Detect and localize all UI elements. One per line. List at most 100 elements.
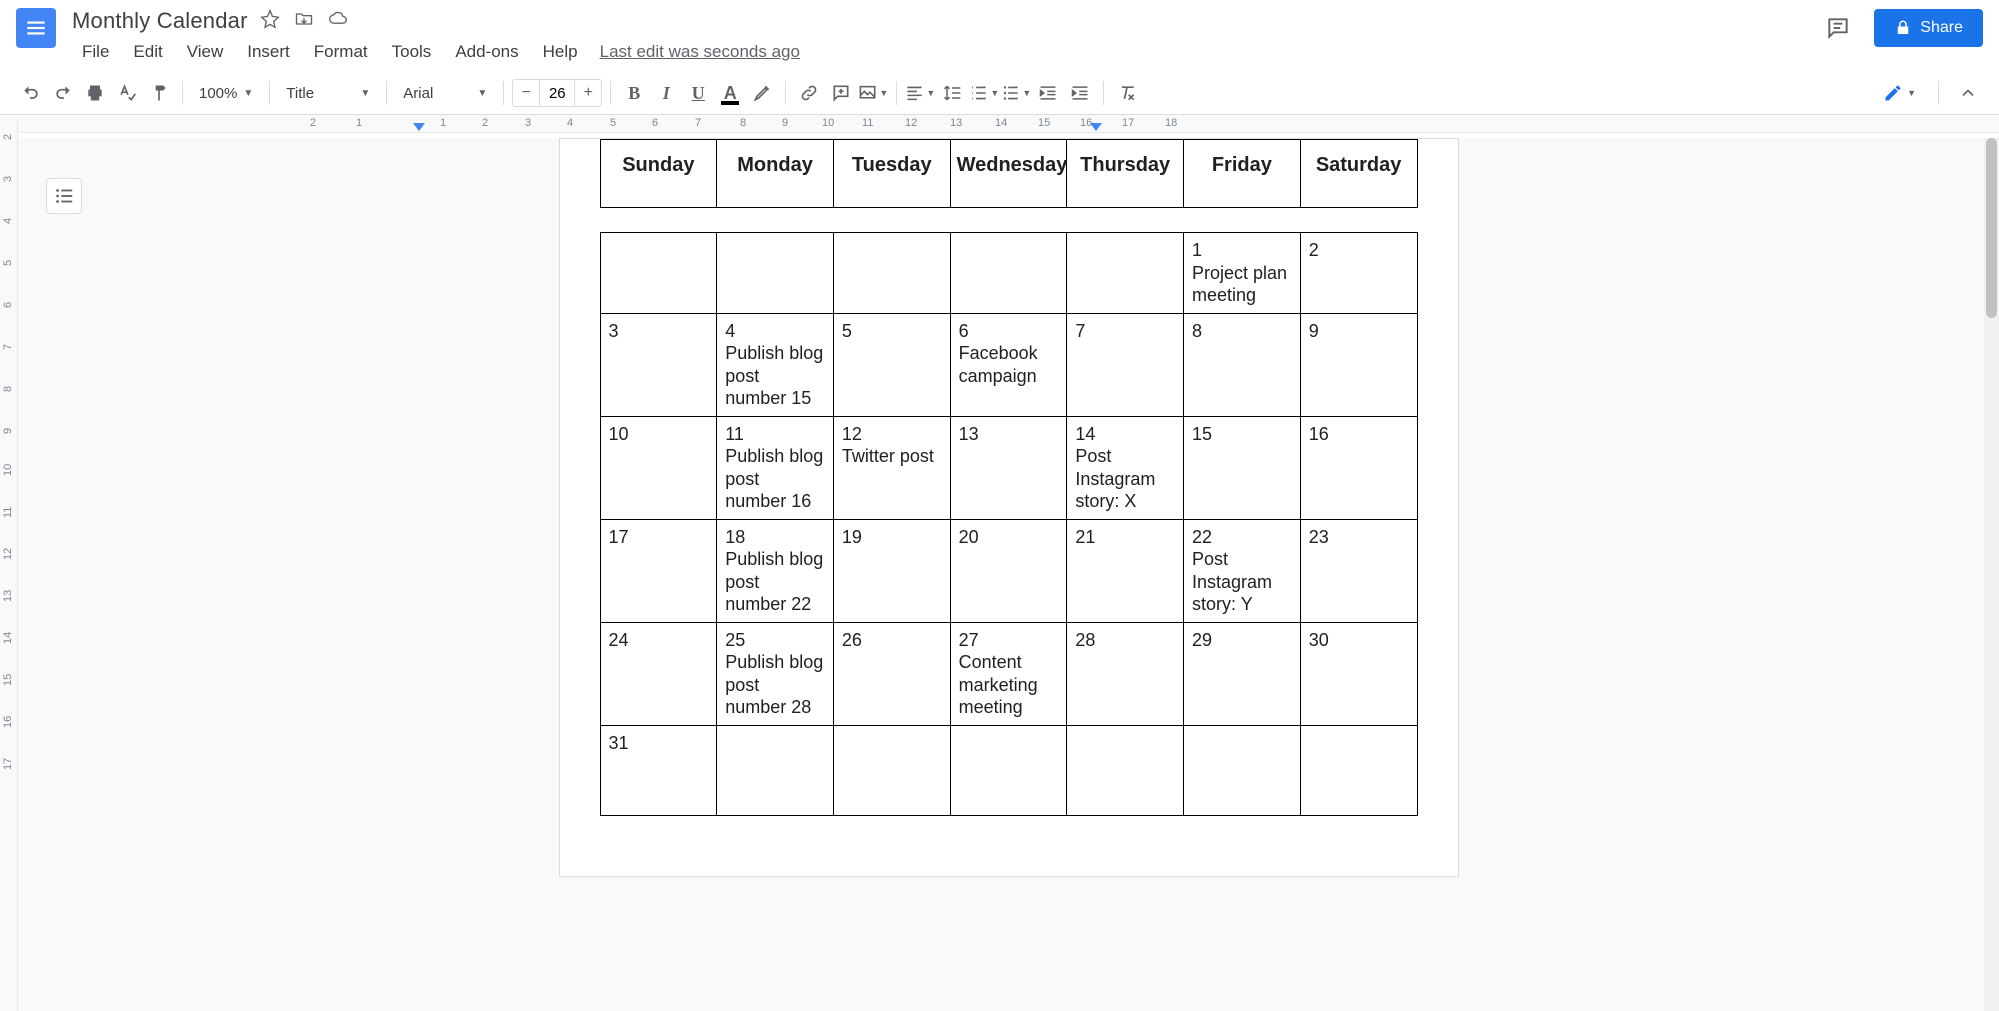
calendar-cell[interactable]: 25Publish blog post number 28 xyxy=(717,622,834,725)
menu-tools[interactable]: Tools xyxy=(382,36,442,68)
spellcheck-button[interactable] xyxy=(112,78,142,108)
calendar-cell[interactable]: 23 xyxy=(1300,519,1417,622)
calendar-cell[interactable]: 2 xyxy=(1300,233,1417,314)
calendar-cell[interactable]: 27Content marketing meeting xyxy=(950,622,1067,725)
document-outline-button[interactable] xyxy=(46,178,82,214)
calendar-cell[interactable]: 20 xyxy=(950,519,1067,622)
line-spacing-button[interactable] xyxy=(937,78,967,108)
calendar-cell[interactable] xyxy=(1067,725,1184,815)
docs-app-icon[interactable] xyxy=(16,8,56,48)
calendar-cell[interactable]: 10 xyxy=(600,416,717,519)
calendar-cell[interactable] xyxy=(600,233,717,314)
calendar-cell[interactable]: 31 xyxy=(600,725,717,815)
print-button[interactable] xyxy=(80,78,110,108)
font-size-increase[interactable]: + xyxy=(575,80,601,106)
menu-addons[interactable]: Add-ons xyxy=(445,36,528,68)
calendar-cell[interactable]: 21 xyxy=(1067,519,1184,622)
highlight-button[interactable] xyxy=(747,78,777,108)
calendar-body-table[interactable]: 1Project plan meeting234Publish blog pos… xyxy=(600,232,1418,816)
calendar-cell[interactable]: 7 xyxy=(1067,313,1184,416)
text-color-button[interactable]: A xyxy=(715,78,745,108)
calendar-cell[interactable]: 14Post Instagram story: X xyxy=(1067,416,1184,519)
insert-comment-button[interactable] xyxy=(826,78,856,108)
vertical-ruler[interactable]: 234567891011121314151617 xyxy=(0,120,18,1011)
calendar-cell[interactable]: 6Facebook campaign xyxy=(950,313,1067,416)
calendar-day-header[interactable]: Tuesday xyxy=(833,140,950,208)
editing-mode-button[interactable]: ▼ xyxy=(1875,79,1924,107)
redo-button[interactable] xyxy=(48,78,78,108)
calendar-cell[interactable]: 17 xyxy=(600,519,717,622)
increase-indent-button[interactable] xyxy=(1065,78,1095,108)
calendar-cell[interactable]: 1Project plan meeting xyxy=(1184,233,1301,314)
calendar-day-header[interactable]: Friday xyxy=(1184,140,1301,208)
align-button[interactable]: ▼ xyxy=(905,78,935,108)
share-button[interactable]: Share xyxy=(1874,9,1983,47)
document-title[interactable]: Monthly Calendar xyxy=(72,8,248,34)
calendar-cell[interactable] xyxy=(950,725,1067,815)
calendar-cell[interactable]: 15 xyxy=(1184,416,1301,519)
calendar-cell[interactable] xyxy=(1184,725,1301,815)
calendar-cell[interactable]: 26 xyxy=(833,622,950,725)
calendar-cell[interactable]: 12Twitter post xyxy=(833,416,950,519)
font-size-input[interactable] xyxy=(539,80,575,106)
calendar-cell[interactable]: 3 xyxy=(600,313,717,416)
underline-button[interactable]: U xyxy=(683,78,713,108)
calendar-cell[interactable] xyxy=(717,725,834,815)
calendar-cell[interactable]: 24 xyxy=(600,622,717,725)
calendar-cell[interactable]: 29 xyxy=(1184,622,1301,725)
menu-edit[interactable]: Edit xyxy=(123,36,172,68)
numbered-list-button[interactable]: ▼ xyxy=(969,78,999,108)
menu-format[interactable]: Format xyxy=(304,36,378,68)
calendar-cell[interactable]: 30 xyxy=(1300,622,1417,725)
calendar-day-header[interactable]: Thursday xyxy=(1067,140,1184,208)
scrollbar-thumb[interactable] xyxy=(1986,138,1997,318)
cloud-status-icon[interactable] xyxy=(328,9,348,34)
font-select[interactable]: Arial▼ xyxy=(395,81,495,106)
calendar-cell[interactable]: 16 xyxy=(1300,416,1417,519)
calendar-cell[interactable]: 13 xyxy=(950,416,1067,519)
calendar-cell[interactable] xyxy=(1300,725,1417,815)
calendar-cell[interactable]: 5 xyxy=(833,313,950,416)
calendar-cell[interactable]: 9 xyxy=(1300,313,1417,416)
calendar-cell[interactable] xyxy=(1067,233,1184,314)
calendar-header-table[interactable]: SundayMondayTuesdayWednesdayThursdayFrid… xyxy=(600,139,1418,208)
menu-file[interactable]: File xyxy=(72,36,119,68)
calendar-cell[interactable]: 18Publish blog post number 22 xyxy=(717,519,834,622)
move-icon[interactable] xyxy=(294,9,314,34)
calendar-cell[interactable]: 4Publish blog post number 15 xyxy=(717,313,834,416)
menu-view[interactable]: View xyxy=(177,36,234,68)
calendar-cell[interactable] xyxy=(717,233,834,314)
star-icon[interactable] xyxy=(260,9,280,34)
calendar-cell[interactable] xyxy=(833,233,950,314)
bulleted-list-button[interactable]: ▼ xyxy=(1001,78,1031,108)
document-page[interactable]: SundayMondayTuesdayWednesdayThursdayFrid… xyxy=(559,138,1459,877)
menu-insert[interactable]: Insert xyxy=(237,36,300,68)
document-workspace[interactable]: SundayMondayTuesdayWednesdayThursdayFrid… xyxy=(18,138,1999,1011)
calendar-day-header[interactable]: Wednesday xyxy=(950,140,1067,208)
vertical-scrollbar[interactable] xyxy=(1984,138,1999,1011)
paint-format-button[interactable] xyxy=(144,78,174,108)
undo-button[interactable] xyxy=(16,78,46,108)
italic-button[interactable]: I xyxy=(651,78,681,108)
comment-history-button[interactable] xyxy=(1818,8,1858,48)
clear-formatting-button[interactable] xyxy=(1112,78,1142,108)
calendar-cell[interactable]: 28 xyxy=(1067,622,1184,725)
insert-link-button[interactable] xyxy=(794,78,824,108)
calendar-cell[interactable]: 22Post Instagram story: Y xyxy=(1184,519,1301,622)
calendar-day-header[interactable]: Monday xyxy=(717,140,834,208)
zoom-select[interactable]: 100%▼ xyxy=(191,81,261,106)
insert-image-button[interactable]: ▼ xyxy=(858,78,888,108)
font-size-decrease[interactable]: − xyxy=(513,80,539,106)
decrease-indent-button[interactable] xyxy=(1033,78,1063,108)
calendar-cell[interactable] xyxy=(950,233,1067,314)
last-edit-link[interactable]: Last edit was seconds ago xyxy=(600,42,800,62)
calendar-cell[interactable]: 8 xyxy=(1184,313,1301,416)
calendar-day-header[interactable]: Sunday xyxy=(600,140,717,208)
horizontal-ruler[interactable]: 21123456789101112131415161718 xyxy=(0,115,1999,133)
calendar-cell[interactable]: 19 xyxy=(833,519,950,622)
bold-button[interactable]: B xyxy=(619,78,649,108)
collapse-toolbar-button[interactable] xyxy=(1953,78,1983,108)
calendar-day-header[interactable]: Saturday xyxy=(1300,140,1417,208)
calendar-cell[interactable] xyxy=(833,725,950,815)
menu-help[interactable]: Help xyxy=(533,36,588,68)
